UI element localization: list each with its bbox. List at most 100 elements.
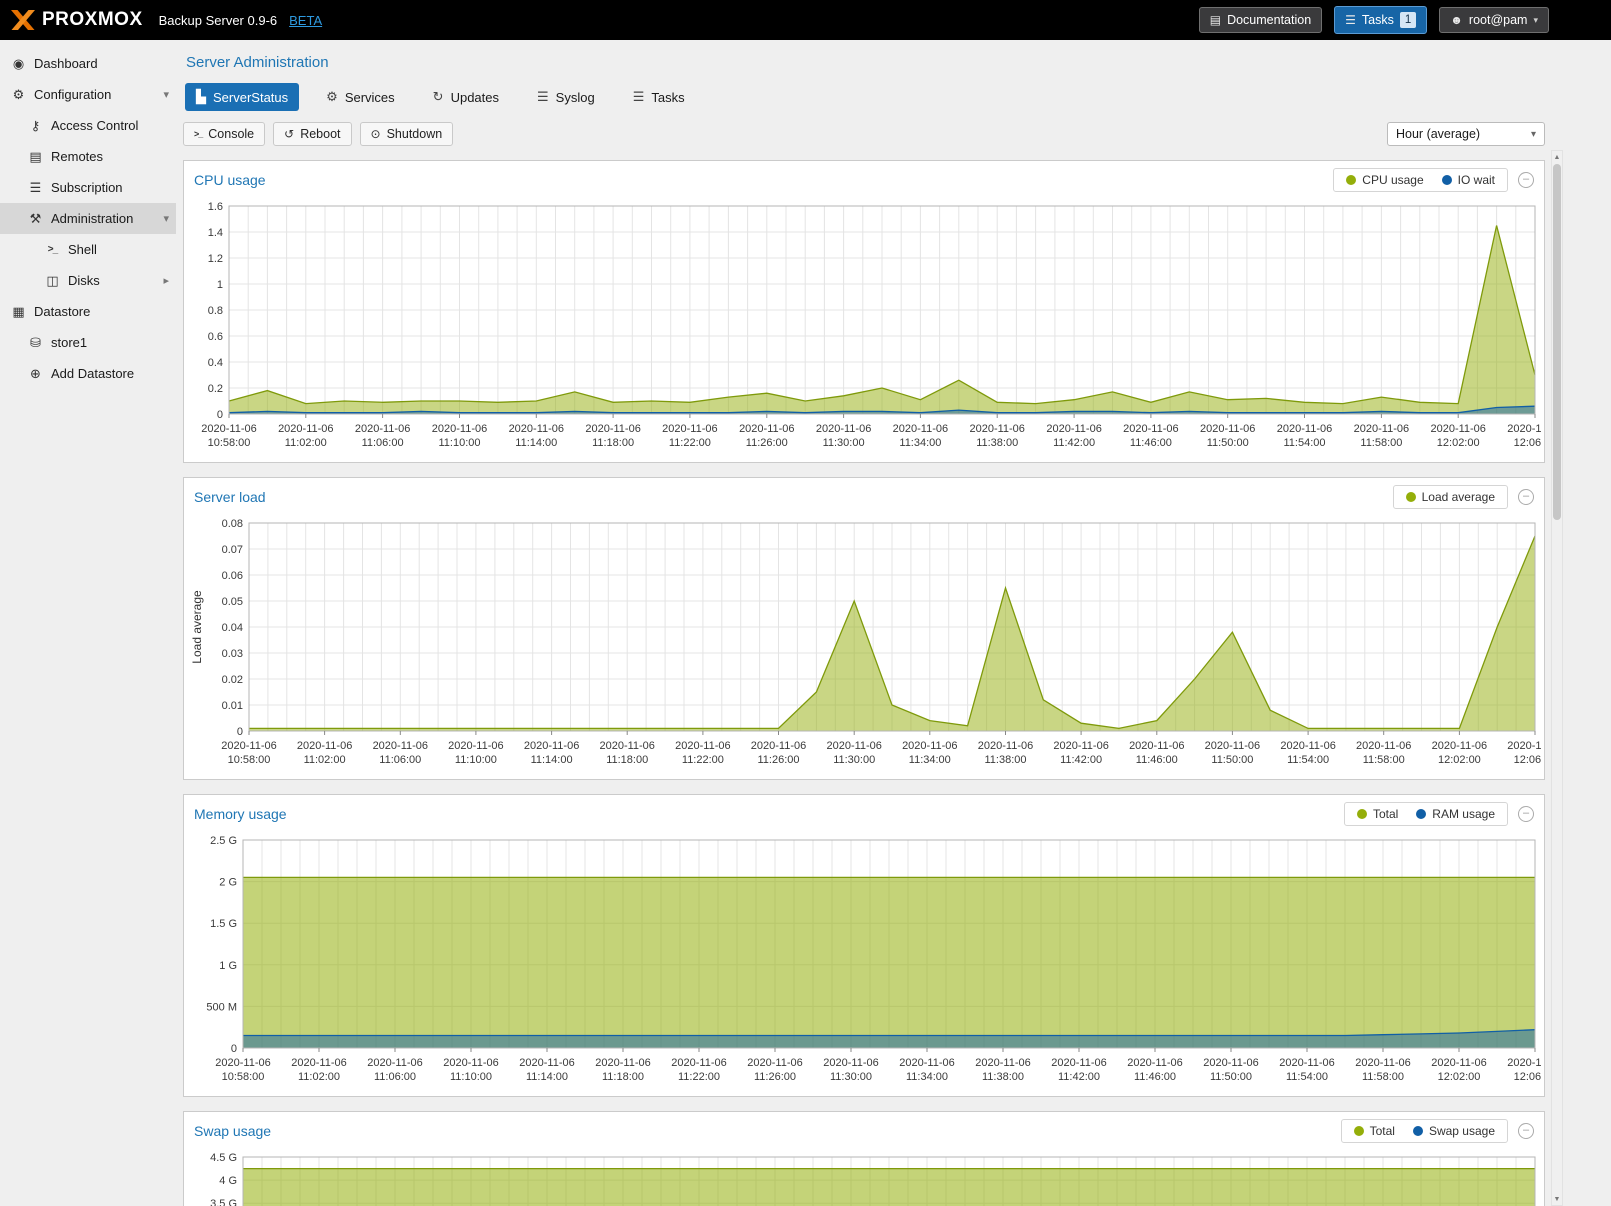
proxmox-logo: PROXMOX bbox=[10, 9, 143, 31]
sidebar-item-store1[interactable]: ⛁store1 bbox=[0, 327, 176, 358]
beta-link[interactable]: BETA bbox=[289, 13, 322, 28]
user-icon: ☻ bbox=[1450, 13, 1463, 27]
chart-legend: CPU usage IO wait bbox=[1333, 168, 1508, 192]
svg-text:0.04: 0.04 bbox=[222, 622, 243, 634]
svg-text:0: 0 bbox=[231, 1043, 237, 1055]
chevron-down-icon[interactable]: ▾ bbox=[163, 212, 169, 225]
legend-item[interactable]: Swap usage bbox=[1413, 1124, 1495, 1138]
svg-text:2020-11-06: 2020-11-06 bbox=[215, 1057, 270, 1069]
svg-text:2020-11-06: 2020-11-06 bbox=[432, 423, 487, 435]
scroll-down-arrow-icon[interactable]: ▼ bbox=[1552, 1193, 1562, 1205]
cpu-usage-panel: CPU usage CPU usage IO wait – 00.20.40.60… bbox=[183, 160, 1545, 463]
minus-icon: – bbox=[1523, 1125, 1529, 1136]
legend-item[interactable]: RAM usage bbox=[1416, 807, 1495, 821]
svg-text:4 G: 4 G bbox=[219, 1175, 237, 1187]
svg-text:2020-11-06: 2020-11-06 bbox=[1051, 1057, 1106, 1069]
memory-usage-panel: Memory usage Total RAM usage – 0500 M1 G1… bbox=[183, 794, 1545, 1097]
svg-text:12:02:00: 12:02:00 bbox=[1438, 754, 1481, 766]
collapse-panel-button[interactable]: – bbox=[1518, 489, 1534, 505]
gauge-icon: ◉ bbox=[10, 56, 27, 72]
svg-text:11:26:00: 11:26:00 bbox=[754, 1071, 796, 1083]
tab-tasks[interactable]: ☰Tasks bbox=[622, 83, 696, 111]
tab-bar: ▙ServerStatus ⚙Services ↻Updates ☰Syslog ☰Ta… bbox=[185, 83, 1576, 111]
svg-text:2020-11-06: 2020-11-06 bbox=[675, 740, 730, 752]
svg-text:2020-11-06: 2020-11-06 bbox=[448, 740, 503, 752]
svg-text:4.5 G: 4.5 G bbox=[210, 1152, 237, 1164]
sidebar-item-label: Disks bbox=[68, 273, 100, 288]
svg-text:2020-11-06: 2020-11-06 bbox=[519, 1057, 574, 1069]
memory-usage-chart: 0500 M1 G1.5 G2 G2.5 G2020-11-0610:58:00… bbox=[184, 832, 1544, 1096]
documentation-label: Documentation bbox=[1227, 13, 1311, 27]
collapse-panel-button[interactable]: – bbox=[1518, 1123, 1534, 1139]
svg-text:2020-11-06: 2020-11-06 bbox=[1279, 1057, 1334, 1069]
svg-text:11:42:00: 11:42:00 bbox=[1053, 437, 1095, 449]
sidebar-item-disks[interactable]: ◫Disks▸ bbox=[0, 265, 176, 296]
svg-text:11:34:00: 11:34:00 bbox=[899, 437, 941, 449]
legend-item[interactable]: Load average bbox=[1406, 490, 1495, 504]
scrollbar[interactable]: ▲ ▼ bbox=[1551, 150, 1563, 1206]
svg-text:2020-11-06: 2020-11-06 bbox=[899, 1057, 954, 1069]
svg-text:2020-11-06: 2020-11-06 bbox=[969, 423, 1024, 435]
sidebar-item-remotes[interactable]: ▤Remotes bbox=[0, 141, 176, 172]
server-load-chart: 00.010.020.030.040.050.060.070.082020-11… bbox=[184, 515, 1544, 779]
sidebar-item-dashboard[interactable]: ◉Dashboard bbox=[0, 48, 176, 79]
scroll-up-arrow-icon[interactable]: ▲ bbox=[1552, 151, 1562, 163]
cpu-usage-chart: 00.20.40.60.811.21.41.62020-11-0610:58:0… bbox=[184, 198, 1544, 462]
svg-text:11:02:00: 11:02:00 bbox=[298, 1071, 340, 1083]
legend-dot-icon bbox=[1357, 809, 1367, 819]
legend-item[interactable]: IO wait bbox=[1442, 173, 1495, 187]
legend-label: Load average bbox=[1422, 490, 1495, 504]
console-button[interactable]: >_ Console bbox=[183, 122, 265, 146]
svg-text:11:02:00: 11:02:00 bbox=[285, 437, 327, 449]
svg-text:11:38:00: 11:38:00 bbox=[982, 1071, 1024, 1083]
svg-text:2020-11-06: 2020-11-06 bbox=[595, 1057, 650, 1069]
chevron-down-icon[interactable]: ▾ bbox=[163, 88, 169, 101]
refresh-icon: ↻ bbox=[433, 89, 444, 105]
legend-item[interactable]: CPU usage bbox=[1346, 173, 1423, 187]
svg-text:11:46:00: 11:46:00 bbox=[1134, 1071, 1176, 1083]
minus-icon: – bbox=[1523, 174, 1529, 185]
sidebar-item-label: Subscription bbox=[51, 180, 123, 195]
chart-legend: Total Swap usage bbox=[1341, 1119, 1508, 1143]
tab-updates[interactable]: ↻Updates bbox=[422, 83, 510, 111]
reboot-button[interactable]: ↺ Reboot bbox=[273, 122, 351, 146]
timeframe-select[interactable]: Hour (average) ▾ bbox=[1387, 122, 1545, 146]
svg-text:12:06:00: 12:06:00 bbox=[1514, 437, 1541, 449]
sidebar-item-administration[interactable]: ⚒Administration▾ bbox=[0, 203, 176, 234]
tab-syslog[interactable]: ☰Syslog bbox=[526, 83, 606, 111]
svg-text:11:42:00: 11:42:00 bbox=[1060, 754, 1102, 766]
sidebar-item-configuration[interactable]: ⚙Configuration▾ bbox=[0, 79, 176, 110]
sidebar-item-access-control[interactable]: ⚷Access Control bbox=[0, 110, 176, 141]
panel-title: Memory usage bbox=[194, 806, 287, 822]
scrollbar-thumb[interactable] bbox=[1553, 164, 1561, 520]
svg-text:2020-11-06: 2020-11-06 bbox=[373, 740, 428, 752]
svg-text:0.4: 0.4 bbox=[208, 357, 223, 369]
chevron-right-icon[interactable]: ▸ bbox=[163, 274, 169, 287]
svg-text:2020-11-06: 2020-11-06 bbox=[443, 1057, 498, 1069]
svg-text:11:10:00: 11:10:00 bbox=[450, 1071, 492, 1083]
sidebar-item-add-datastore[interactable]: ⊕Add Datastore bbox=[0, 358, 176, 389]
sidebar-item-subscription[interactable]: ☰Subscription bbox=[0, 172, 176, 203]
sidebar-item-shell[interactable]: >_Shell bbox=[0, 234, 176, 265]
svg-text:2020-11-06: 2020-11-06 bbox=[823, 1057, 878, 1069]
tasks-button[interactable]: ☰ Tasks 1 bbox=[1334, 6, 1427, 34]
svg-text:2020-11-06: 2020-11-06 bbox=[297, 740, 352, 752]
toolbar: >_ Console ↺ Reboot ⊙ Shutdown Hour (ave… bbox=[183, 122, 1545, 146]
chart-legend: Load average bbox=[1393, 485, 1508, 509]
documentation-button[interactable]: ▤ Documentation bbox=[1199, 7, 1322, 33]
legend-item[interactable]: Total bbox=[1354, 1124, 1395, 1138]
legend-item[interactable]: Total bbox=[1357, 807, 1398, 821]
tab-serverstatus[interactable]: ▙ServerStatus bbox=[185, 83, 299, 111]
sidebar-item-datastore[interactable]: ▦Datastore bbox=[0, 296, 176, 327]
chevron-down-icon: ▾ bbox=[1531, 129, 1536, 140]
tab-services[interactable]: ⚙Services bbox=[315, 83, 406, 111]
svg-text:11:42:00: 11:42:00 bbox=[1058, 1071, 1100, 1083]
reboot-icon: ↺ bbox=[284, 127, 294, 141]
user-menu-button[interactable]: ☻ root@pam ▾ bbox=[1439, 7, 1549, 33]
wrench-icon: ⚒ bbox=[27, 211, 44, 227]
svg-text:2020-11-06: 2020-11-06 bbox=[747, 1057, 802, 1069]
svg-text:2020-11-06: 2020-11-06 bbox=[1205, 740, 1260, 752]
collapse-panel-button[interactable]: – bbox=[1518, 172, 1534, 188]
shutdown-button[interactable]: ⊙ Shutdown bbox=[360, 122, 454, 146]
collapse-panel-button[interactable]: – bbox=[1518, 806, 1534, 822]
